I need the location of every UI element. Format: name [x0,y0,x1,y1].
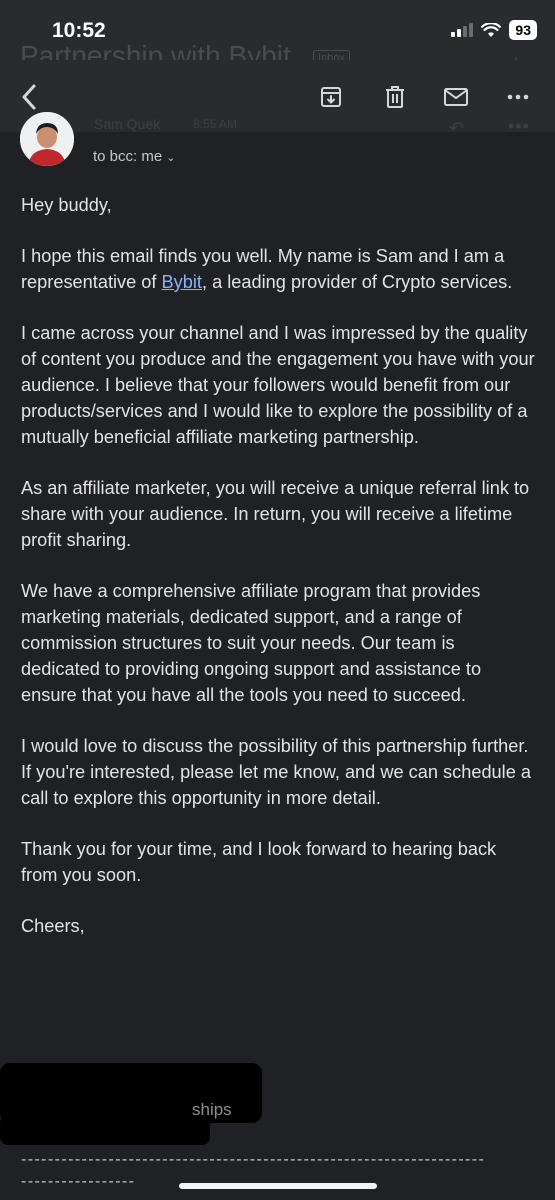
paragraph-channel: I came across your channel and I was imp… [21,323,535,447]
reply-icon[interactable]: ↶ [449,118,464,139]
closing: Cheers, [21,916,85,936]
recipient-line[interactable]: to bcc: me ⌄ [93,148,175,165]
signature-fragment: ships [192,1100,232,1119]
paragraph-intro: I hope this email finds you well. My nam… [21,243,536,295]
paragraph-program: We have a comprehensive affiliate progra… [21,581,482,705]
sent-time: 8:55 AM [193,117,238,131]
trash-icon[interactable] [380,82,410,112]
home-indicator[interactable] [179,1183,377,1189]
divider-line-1: ----------------------------------------… [21,1151,486,1168]
chevron-down-icon: ⌄ [166,152,176,164]
greeting: Hey buddy, [21,195,112,215]
wifi-icon [481,22,502,37]
back-arrow-icon[interactable] [14,82,44,112]
archive-icon[interactable] [316,82,346,112]
redacted-signature-2 [0,1115,210,1145]
more-horizontal-icon[interactable] [503,82,533,112]
email-toolbar [0,60,555,132]
message-more-icon[interactable]: ••• [508,116,530,137]
paragraph-thanks: Thank you for your time, and I look forw… [21,839,497,885]
paragraph-discuss: I would love to discuss the possibility … [21,736,531,808]
status-icons: 93 [451,20,537,40]
paragraph-affiliate: As an affiliate marketer, you will recei… [21,478,530,550]
battery-indicator: 93 [509,20,537,40]
recipient-text: to bcc: me [93,148,163,165]
bybit-link[interactable]: Bybit [162,272,202,292]
cellular-signal-icon [451,23,474,37]
mail-icon[interactable] [441,82,471,112]
sender-name: Sam Quek [94,116,161,132]
avatar[interactable] [20,112,74,166]
intro-text-2: , a leading provider of Crypto services. [201,272,513,292]
email-body: Hey buddy, I hope this email finds you w… [21,192,536,964]
